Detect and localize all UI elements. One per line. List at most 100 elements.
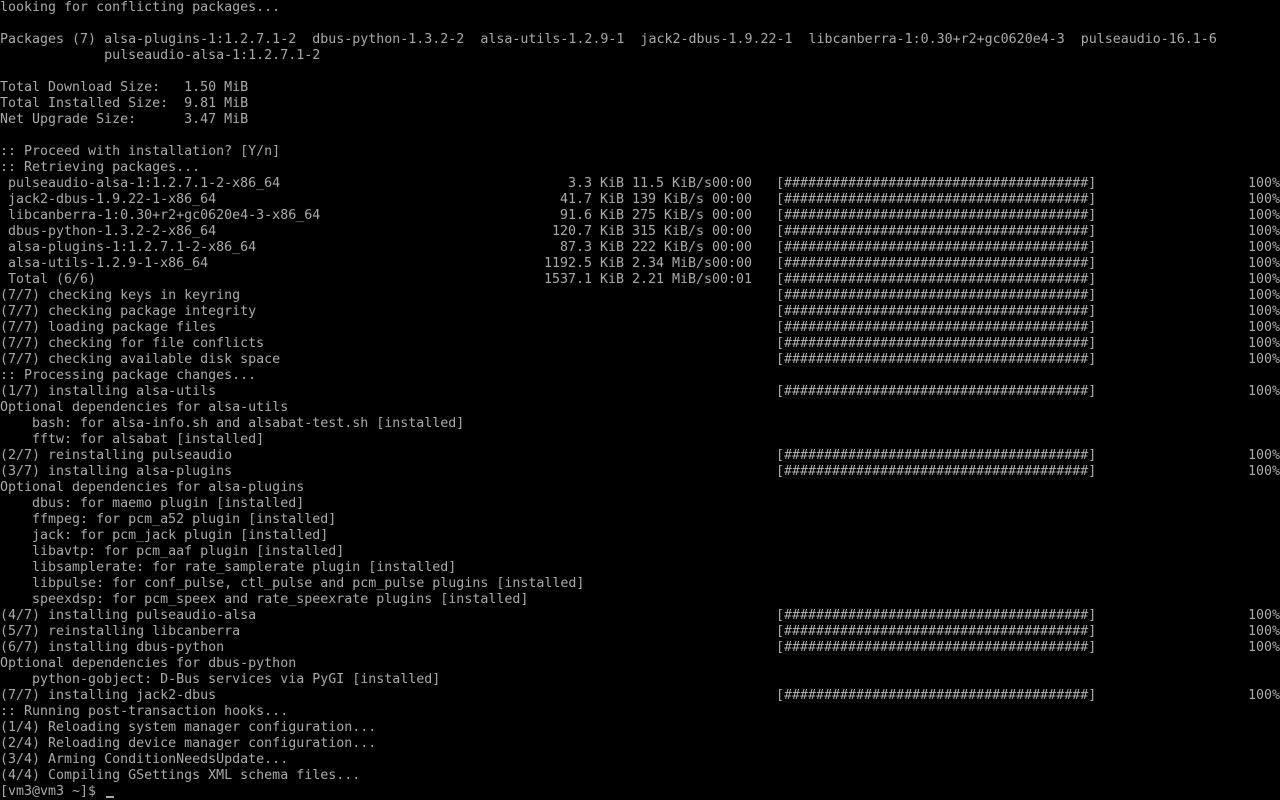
terminal-line: :: Proceed with installation? [Y/n] [0, 144, 281, 159]
terminal-line: looking for conflicting packages... [0, 0, 281, 15]
progress-percent: 100% [1248, 272, 1280, 287]
progress-percent: 100% [1248, 224, 1280, 239]
terminal-window[interactable]: looking for conflicting packages... Packa… [0, 0, 1280, 800]
progress-bar: [######################################] [776, 256, 1097, 271]
terminal-line: Total Installed Size: 9.81 MiB [0, 96, 249, 111]
step-row: (7/7) checking keys in keyring [#########… [0, 288, 1280, 304]
download-size: 41.7 KiB [559, 192, 624, 207]
download-package-name: alsa-plugins-1:1.2.7.1-2-x86_64 [0, 240, 257, 255]
download-size: 91.6 KiB [559, 208, 624, 223]
progress-percent: 100% [1248, 640, 1280, 655]
terminal-line: (2/4) Reloading device manager configura… [0, 736, 377, 751]
terminal-line: Net Upgrade Size: 3.47 MiB [0, 112, 249, 127]
progress-bar: [######################################] [776, 352, 1097, 367]
progress-bar: [######################################] [776, 640, 1097, 655]
terminal-line: Total Download Size: 1.50 MiB [0, 80, 249, 95]
step-label: (7/7) checking package integrity [0, 304, 257, 319]
progress-bar: [######################################] [776, 320, 1097, 335]
shell-prompt-line[interactable]: [vm3@vm3 ~]$ [0, 784, 1280, 800]
download-package-name: dbus-python-1.3.2-2-x86_64 [0, 224, 217, 239]
progress-bar: [######################################] [776, 288, 1097, 303]
terminal-line: fftw: for alsabat [installed] [0, 432, 265, 447]
download-time: 00:01 [712, 272, 753, 287]
progress-bar: [######################################] [776, 688, 1097, 703]
download-row: dbus-python-1.3.2-2-x86_64 120.7 KiB 315 K… [0, 224, 1280, 240]
terminal-line: Optional dependencies for alsa-plugins [0, 480, 305, 495]
download-rate: 2.21 MiB/s [632, 272, 713, 287]
terminal-line: :: Retrieving packages... [0, 160, 201, 175]
download-rate: 222 KiB/s [632, 240, 705, 255]
progress-percent: 100% [1248, 448, 1280, 463]
step-label: (7/7) installing jack2-dbus [0, 688, 217, 703]
download-row: alsa-utils-1.2.9-1-x86_64 1192.5 KiB 2.34 … [0, 256, 1280, 272]
progress-percent: 100% [1248, 624, 1280, 639]
progress-bar: [######################################] [776, 624, 1097, 639]
terminal-line: speexdsp: for pcm_speex and rate_speexra… [0, 592, 529, 607]
progress-bar: [######################################] [776, 224, 1097, 239]
terminal-line: :: Running post-transaction hooks... [0, 704, 289, 719]
step-row: (3/7) installing alsa-plugins [##########… [0, 464, 1280, 480]
step-label: (7/7) checking available disk space [0, 352, 281, 367]
progress-bar: [######################################] [776, 272, 1097, 287]
terminal-line: libpulse: for conf_pulse, ctl_pulse and … [0, 576, 585, 591]
download-size: 87.3 KiB [559, 240, 624, 255]
terminal-line: Packages (7) alsa-plugins-1:1.2.7.1-2 db… [0, 32, 1217, 47]
download-size: 1192.5 KiB [543, 256, 624, 271]
download-rate: 315 KiB/s [632, 224, 705, 239]
progress-percent: 100% [1248, 240, 1280, 255]
step-row: (5/7) reinstalling libcanberra [#########… [0, 624, 1280, 640]
step-row: (2/7) reinstalling pulseaudio [##########… [0, 448, 1280, 464]
progress-percent: 100% [1248, 192, 1280, 207]
terminal-line: bash: for alsa-info.sh and alsabat-test.… [0, 416, 465, 431]
download-row: alsa-plugins-1:1.2.7.1-2-x86_64 87.3 KiB 2… [0, 240, 1280, 256]
download-time: 00:00 [712, 256, 753, 271]
terminal-line: python-gobject: D-Bus services via PyGI … [0, 672, 441, 687]
download-row: jack2-dbus-1.9.22-1-x86_64 41.7 KiB 139 Ki… [0, 192, 1280, 208]
terminal-line: Optional dependencies for dbus-python [0, 656, 297, 671]
progress-percent: 100% [1248, 336, 1280, 351]
progress-percent: 100% [1248, 256, 1280, 271]
download-time: 00:00 [712, 208, 753, 223]
progress-bar: [######################################] [776, 176, 1097, 191]
step-label: (2/7) reinstalling pulseaudio [0, 448, 233, 463]
progress-percent: 100% [1248, 608, 1280, 623]
step-label: (4/7) installing pulseaudio-alsa [0, 608, 257, 623]
step-label: (5/7) reinstalling libcanberra [0, 624, 241, 639]
progress-bar: [######################################] [776, 208, 1097, 223]
progress-percent: 100% [1248, 208, 1280, 223]
download-time: 00:00 [712, 176, 753, 191]
download-time: 00:00 [712, 224, 753, 239]
download-rate: 11.5 KiB/s [632, 176, 713, 191]
download-time: 00:00 [712, 192, 753, 207]
download-package-name: jack2-dbus-1.9.22-1-x86_64 [0, 192, 217, 207]
step-label: (7/7) checking keys in keyring [0, 288, 241, 303]
text-cursor [106, 796, 115, 798]
terminal-line: jack: for pcm_jack plugin [installed] [0, 528, 329, 543]
shell-prompt: [vm3@vm3 ~]$ [0, 784, 105, 799]
step-row: (7/7) checking package integrity [#######… [0, 304, 1280, 320]
step-label: (1/7) installing alsa-utils [0, 384, 217, 399]
progress-percent: 100% [1248, 320, 1280, 335]
progress-bar: [######################################] [776, 240, 1097, 255]
progress-bar: [######################################] [776, 384, 1097, 399]
progress-percent: 100% [1248, 288, 1280, 303]
progress-percent: 100% [1248, 352, 1280, 367]
progress-percent: 100% [1248, 304, 1280, 319]
step-row: (6/7) installing dbus-python [###########… [0, 640, 1280, 656]
download-row: libcanberra-1:0.30+r2+gc0620e4-3-x86_64 9… [0, 208, 1280, 224]
terminal-line: pulseaudio-alsa-1:1.2.7.1-2 [0, 48, 321, 63]
step-row: (7/7) checking for file conflicts [######… [0, 336, 1280, 352]
terminal-line: Optional dependencies for alsa-utils [0, 400, 289, 415]
step-label: (3/7) installing alsa-plugins [0, 464, 233, 479]
step-row: (1/7) installing alsa-utils [############… [0, 384, 1280, 400]
step-label: (7/7) loading package files [0, 320, 217, 335]
progress-percent: 100% [1248, 688, 1280, 703]
step-row: (4/7) installing pulseaudio-alsa [#######… [0, 608, 1280, 624]
step-row: (7/7) checking available disk space [####… [0, 352, 1280, 368]
terminal-line: libavtp: for pcm_aaf plugin [installed] [0, 544, 345, 559]
step-label: (6/7) installing dbus-python [0, 640, 225, 655]
download-row: Total (6/6) 1537.1 KiB 2.21 MiB/s 00:01 [###… [0, 272, 1280, 288]
